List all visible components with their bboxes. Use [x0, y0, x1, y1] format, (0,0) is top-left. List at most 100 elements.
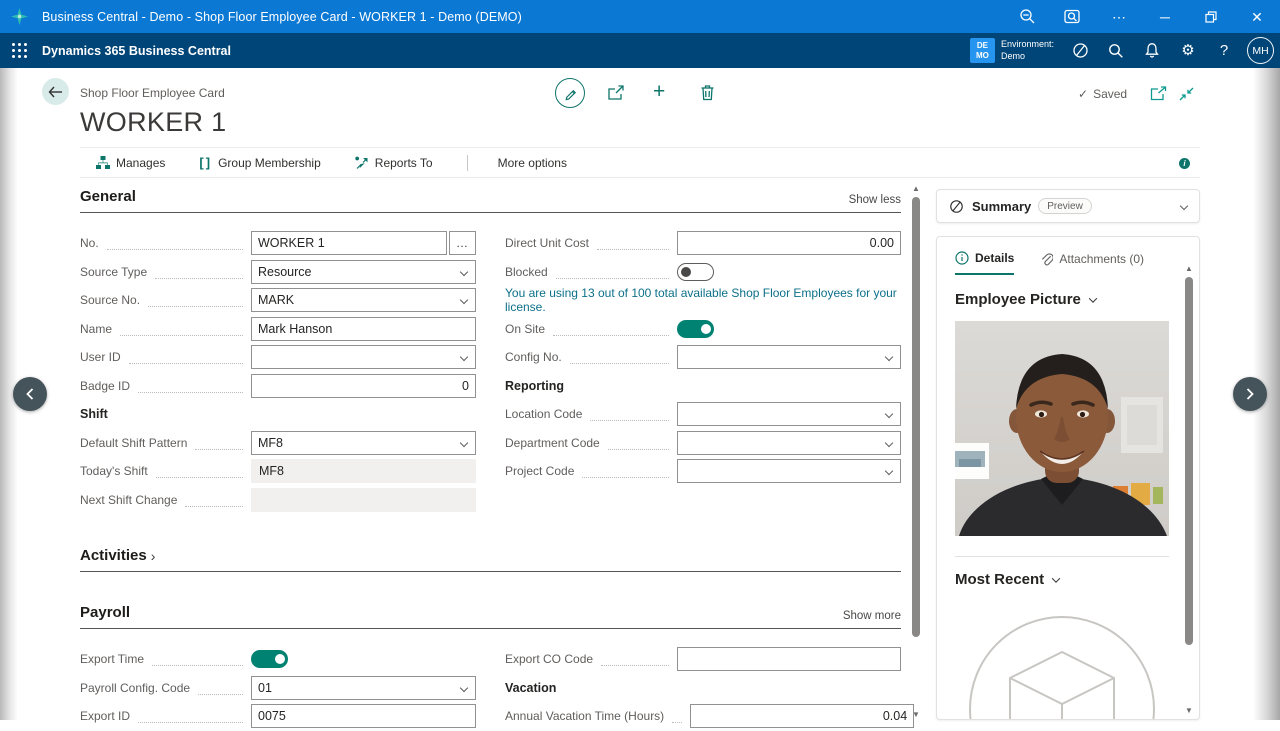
- scroll-down-icon[interactable]: ▼: [1185, 706, 1193, 716]
- zoom-out-icon[interactable]: [1004, 0, 1050, 33]
- field-label: Direct Unit Cost: [505, 236, 589, 250]
- assist-edit-button[interactable]: …: [449, 231, 476, 255]
- todays-shift-readonly: MF8: [251, 459, 476, 483]
- window-titlebar: Business Central - Demo - Shop Floor Emp…: [0, 0, 1280, 33]
- dotted-leader: [601, 652, 669, 666]
- scrollbar-thumb[interactable]: [1185, 277, 1193, 645]
- tab-attachments[interactable]: Attachments (0): [1040, 251, 1144, 275]
- export-time-toggle[interactable]: [251, 650, 288, 668]
- annual-vacation-time-input[interactable]: [690, 704, 914, 728]
- blocked-toggle[interactable]: [677, 263, 714, 281]
- close-icon[interactable]: ✕: [1234, 0, 1280, 33]
- most-recent-heading[interactable]: Most Recent: [955, 571, 1199, 588]
- dotted-leader: [198, 681, 243, 695]
- default-shift-pattern-select[interactable]: MF8: [251, 431, 476, 455]
- export-co-code-input[interactable]: [677, 647, 901, 671]
- export-id-input[interactable]: [251, 704, 476, 728]
- restore-icon[interactable]: [1188, 0, 1234, 33]
- previous-record-button[interactable]: [13, 377, 47, 411]
- vacation-subheader: Vacation: [505, 674, 901, 703]
- copilot-icon[interactable]: [1062, 33, 1098, 68]
- field-label: Export Time: [80, 652, 144, 666]
- dotted-leader: [556, 265, 669, 279]
- ribbon-more-options[interactable]: More options: [498, 156, 567, 170]
- direct-unit-cost-input[interactable]: [677, 231, 901, 255]
- field-no: No. …: [80, 229, 476, 258]
- brackets-icon: []: [199, 155, 212, 170]
- dotted-leader: [553, 322, 669, 336]
- on-site-toggle[interactable]: [677, 320, 714, 338]
- environment-badge[interactable]: DE MO: [970, 38, 995, 63]
- general-section-title[interactable]: General: [80, 188, 136, 205]
- payroll-config-code-select[interactable]: 01: [251, 676, 476, 700]
- delete-trash-button[interactable]: [700, 84, 715, 101]
- next-record-button[interactable]: [1233, 377, 1267, 411]
- search-icon[interactable]: [1098, 33, 1134, 68]
- ribbon-reports-to[interactable]: Reports To: [355, 156, 433, 170]
- dotted-leader: [590, 407, 669, 421]
- ribbon-manages[interactable]: Manages: [96, 156, 165, 170]
- titlebar-more-icon[interactable]: ⋯: [1096, 0, 1142, 33]
- user-avatar[interactable]: MH: [1247, 37, 1274, 64]
- open-in-new-window-icon[interactable]: [1150, 86, 1167, 101]
- no-input[interactable]: [251, 231, 447, 255]
- product-name[interactable]: Dynamics 365 Business Central: [42, 44, 231, 58]
- environment-label: Environment: Demo: [1001, 39, 1054, 62]
- minimize-icon[interactable]: ─: [1142, 0, 1188, 33]
- chevron-down-icon: [460, 296, 468, 304]
- name-input[interactable]: [251, 317, 476, 341]
- field-location-code: Location Code: [505, 400, 901, 429]
- share-button[interactable]: [606, 84, 625, 101]
- field-export-id: Export ID: [80, 702, 476, 731]
- teaching-tip-info-icon[interactable]: i: [1179, 158, 1190, 169]
- help-icon[interactable]: ?: [1206, 33, 1242, 68]
- summary-card[interactable]: Summary Preview: [936, 189, 1200, 223]
- chevron-down-icon: [885, 439, 893, 447]
- scroll-up-icon[interactable]: ▲: [1185, 264, 1193, 274]
- activities-section-title[interactable]: Activities ›: [80, 547, 155, 564]
- field-label: Export CO Code: [505, 652, 593, 666]
- source-no-select[interactable]: MARK: [251, 288, 476, 312]
- chevron-down-icon: [1052, 574, 1060, 582]
- user-id-select[interactable]: [251, 345, 476, 369]
- department-code-select[interactable]: [677, 431, 901, 455]
- card-content: General Show less No. … Source Type Reso…: [80, 188, 901, 731]
- main-scrollbar[interactable]: ▲ ▼: [909, 184, 923, 720]
- collapse-focus-icon[interactable]: [1179, 87, 1194, 101]
- tab-details[interactable]: Details: [955, 251, 1014, 275]
- location-code-select[interactable]: [677, 402, 901, 426]
- search-in-window-icon[interactable]: [1050, 0, 1096, 33]
- chevron-right-icon: ›: [151, 548, 156, 564]
- dotted-leader: [582, 464, 669, 478]
- show-less-link[interactable]: Show less: [849, 194, 901, 206]
- scrollbar-thumb[interactable]: [912, 197, 920, 637]
- employee-picture-heading[interactable]: Employee Picture: [955, 291, 1199, 308]
- settings-gear-icon[interactable]: ⚙: [1170, 33, 1206, 68]
- scroll-up-icon[interactable]: ▲: [912, 184, 920, 194]
- new-record-button[interactable]: +: [653, 80, 665, 104]
- scroll-down-icon[interactable]: ▼: [912, 710, 920, 720]
- edit-pencil-button[interactable]: [555, 78, 585, 108]
- dotted-leader: [672, 709, 682, 723]
- notifications-bell-icon[interactable]: [1134, 33, 1170, 68]
- field-label: Department Code: [505, 436, 600, 450]
- show-more-link[interactable]: Show more: [843, 610, 901, 622]
- details-factbox-card: Details Attachments (0) Employee Picture: [936, 236, 1200, 720]
- factbox-scrollbar[interactable]: ▲ ▼: [1182, 264, 1196, 716]
- back-button[interactable]: [42, 78, 69, 105]
- badge-id-input[interactable]: [251, 374, 476, 398]
- app-launcher-waffle-icon[interactable]: [0, 33, 38, 68]
- field-label: Project Code: [505, 464, 574, 478]
- general-section-header: General Show less: [80, 188, 901, 213]
- ribbon-group-membership[interactable]: [] Group Membership: [199, 155, 320, 170]
- panel-divider: [955, 556, 1169, 557]
- payroll-section-title[interactable]: Payroll: [80, 604, 130, 621]
- employee-photo: [955, 321, 1169, 536]
- field-label: Location Code: [505, 407, 582, 421]
- chevron-down-icon: [885, 410, 893, 418]
- source-type-select[interactable]: Resource: [251, 260, 476, 284]
- config-no-select[interactable]: [677, 345, 901, 369]
- project-code-select[interactable]: [677, 459, 901, 483]
- field-next-shift-change: Next Shift Change: [80, 486, 476, 515]
- chevron-down-icon[interactable]: [1180, 202, 1188, 210]
